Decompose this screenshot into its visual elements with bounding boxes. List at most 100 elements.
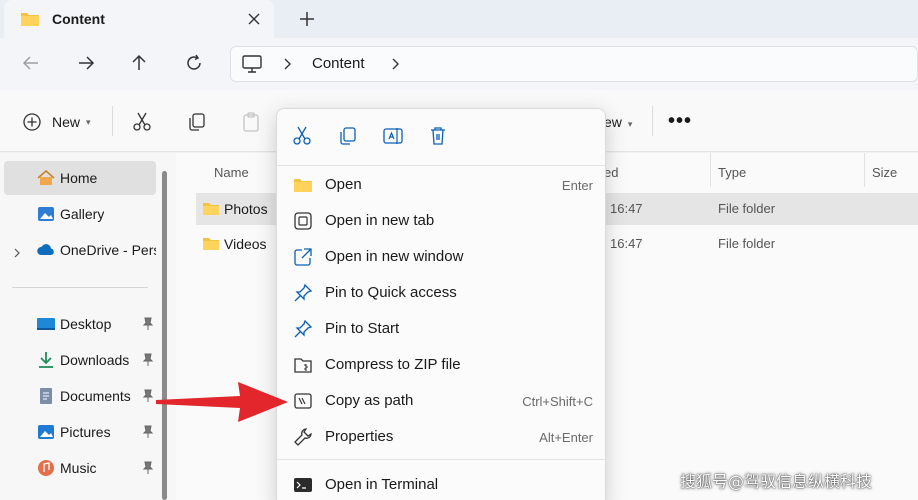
tab-bar: Content: [0, 0, 918, 38]
document-icon: [40, 388, 52, 404]
column-header-date[interactable]: ed: [604, 165, 618, 180]
new-button[interactable]: New ▾: [22, 111, 91, 133]
navigation-bar: Content: [0, 38, 918, 90]
menu-item-compress-zip[interactable]: Compress to ZIP file: [281, 347, 601, 383]
divider: [277, 459, 605, 460]
sidebar-item-pictures[interactable]: Pictures: [4, 415, 156, 449]
copy-icon[interactable]: [186, 111, 208, 133]
plus-circle-icon: [23, 113, 41, 131]
tab-content[interactable]: Content: [4, 0, 274, 38]
download-icon: [39, 352, 53, 368]
divider: [12, 287, 148, 288]
menu-item-pin-quick-access[interactable]: Pin to Quick access: [281, 275, 601, 311]
red-arrow-annotation: [156, 382, 288, 422]
computer-icon[interactable]: [241, 54, 263, 74]
plus-icon[interactable]: [297, 9, 317, 29]
sidebar-item-label: Music: [60, 460, 97, 476]
menu-item-copy-as-path[interactable]: Copy as path Ctrl+Shift+C: [281, 383, 601, 419]
sidebar-item-downloads[interactable]: Downloads: [4, 343, 156, 377]
sidebar-item-music[interactable]: Music: [4, 451, 156, 485]
column-header-type[interactable]: Type: [718, 165, 746, 180]
menu-item-label: Properties: [325, 428, 394, 445]
menu-item-shortcut: Enter: [561, 178, 593, 193]
chevron-right-icon[interactable]: [389, 57, 401, 71]
context-menu: Open Enter Open in new tab Open in new w…: [276, 108, 606, 500]
chevron-down-icon: ▾: [627, 119, 633, 129]
menu-item-pin-start[interactable]: Pin to Start: [281, 311, 601, 347]
sidebar-item-label: Desktop: [60, 316, 112, 332]
menu-item-label: Open in Terminal: [325, 476, 439, 493]
copy-icon[interactable]: [337, 125, 359, 147]
divider: [277, 165, 605, 166]
close-icon[interactable]: [244, 9, 264, 29]
tab-title: Content: [52, 11, 105, 27]
menu-item-label: Open in new window: [325, 248, 464, 265]
address-bar[interactable]: Content: [230, 46, 918, 82]
folder-icon: [203, 203, 219, 215]
pin-icon[interactable]: [142, 389, 154, 403]
menu-item-label: Open in new tab: [325, 212, 435, 229]
forward-arrow-icon[interactable]: [75, 52, 97, 74]
folder-icon: [203, 238, 219, 250]
divider: [112, 106, 113, 136]
music-icon: [38, 460, 54, 476]
pin-icon[interactable]: [142, 353, 154, 367]
menu-item-open-terminal[interactable]: Open in Terminal: [281, 467, 601, 500]
chevron-right-icon[interactable]: [281, 57, 293, 71]
delete-icon[interactable]: [427, 125, 449, 147]
refresh-icon[interactable]: [183, 52, 205, 74]
menu-item-open-new-tab[interactable]: Open in new tab: [281, 203, 601, 239]
file-type: File folder: [718, 236, 776, 251]
menu-item-shortcut: Alt+Enter: [539, 430, 593, 445]
sidebar-item-label: Pictures: [60, 424, 111, 440]
column-divider[interactable]: [864, 153, 865, 187]
view-button[interactable]: ew ▾: [604, 114, 632, 130]
cloud-icon: [37, 244, 54, 255]
more-options-icon[interactable]: •••: [668, 110, 692, 133]
new-window-icon: [294, 248, 312, 266]
navigation-pane: Home Gallery OneDrive - Perso Desktop Do…: [0, 153, 176, 500]
pictures-icon: [38, 425, 54, 439]
rename-icon[interactable]: [382, 125, 404, 147]
paste-icon[interactable]: [240, 111, 262, 133]
sidebar-item-label: Documents: [60, 388, 131, 404]
zip-icon: [294, 358, 312, 373]
file-date: 16:47: [610, 201, 643, 216]
sidebar-item-home[interactable]: Home: [4, 161, 156, 195]
file-type: File folder: [718, 201, 776, 216]
scrollbar[interactable]: [162, 171, 167, 500]
menu-item-label: Copy as path: [325, 392, 414, 409]
pin-icon[interactable]: [142, 317, 154, 331]
sidebar-item-desktop[interactable]: Desktop: [4, 307, 156, 341]
watermark-text: 搜狐号@驾驭信息纵横科技: [680, 472, 873, 491]
sidebar-item-onedrive[interactable]: OneDrive - Perso: [4, 233, 156, 267]
file-date: 16:47: [610, 236, 643, 251]
wrench-icon: [294, 428, 312, 446]
folder-icon: [21, 13, 39, 26]
pin-icon[interactable]: [142, 461, 154, 475]
up-arrow-icon[interactable]: [128, 52, 150, 74]
new-tab-icon: [294, 212, 312, 230]
menu-item-properties[interactable]: Properties Alt+Enter: [281, 419, 601, 455]
breadcrumb-content[interactable]: Content: [312, 55, 365, 72]
sidebar-item-label: Home: [60, 170, 98, 186]
menu-item-label: Open: [325, 176, 362, 193]
pin-icon[interactable]: [142, 425, 154, 439]
new-label: New: [52, 114, 81, 130]
column-divider[interactable]: [710, 153, 711, 187]
menu-item-open[interactable]: Open Enter: [281, 167, 601, 203]
divider: [652, 106, 653, 136]
cut-icon[interactable]: [131, 111, 153, 133]
menu-item-open-new-window[interactable]: Open in new window: [281, 239, 601, 275]
terminal-icon: [294, 478, 312, 492]
cut-icon[interactable]: [291, 125, 313, 147]
pin-icon: [294, 319, 313, 338]
context-quick-actions: [277, 109, 607, 165]
menu-item-label: Pin to Quick access: [325, 284, 457, 301]
column-header-size[interactable]: Size: [872, 165, 897, 180]
sidebar-item-label: Gallery: [60, 206, 105, 222]
back-arrow-icon[interactable]: [20, 52, 42, 74]
sidebar-item-documents[interactable]: Documents: [4, 379, 156, 413]
sidebar-item-gallery[interactable]: Gallery: [4, 197, 156, 231]
column-header-name[interactable]: Name: [214, 165, 249, 180]
